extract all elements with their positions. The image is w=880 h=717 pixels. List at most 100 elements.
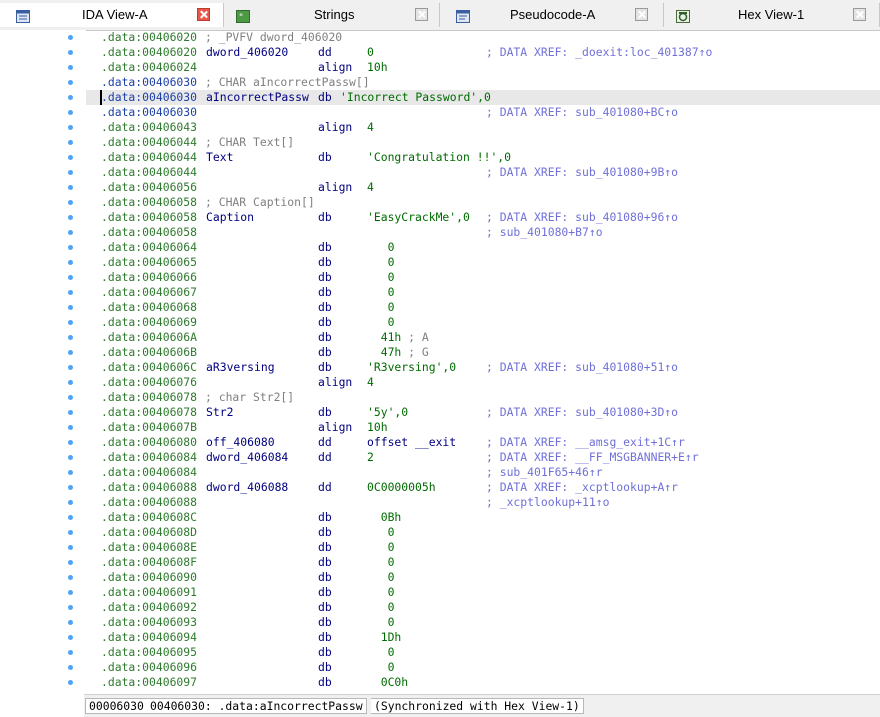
listing-row[interactable]: .data:00406078 Str2 db '5y',0 ; DATA XREF: s… xyxy=(86,405,880,420)
breakpoint-dot-icon[interactable] xyxy=(68,170,73,175)
close-icon[interactable] xyxy=(853,8,866,21)
breakpoint-dot-icon[interactable] xyxy=(68,215,73,220)
listing-row[interactable]: .data:00406067 db 0 xyxy=(86,285,880,300)
listing-row[interactable]: .data:00406024 align 10h xyxy=(86,60,880,75)
listing-row[interactable]: .data:00406092 db 0 xyxy=(86,600,880,615)
listing-row[interactable]: .data:00406043 align 4 xyxy=(86,120,880,135)
listing-row[interactable]: .data:00406095 db 0 xyxy=(86,645,880,660)
breakpoint-dot-icon[interactable] xyxy=(68,65,73,70)
breakpoint-dot-icon[interactable] xyxy=(68,260,73,265)
listing-row[interactable]: .data:0040608C db 0Bh xyxy=(86,510,880,525)
breakpoint-dot-icon[interactable] xyxy=(68,110,73,115)
listing-row[interactable]: .data:00406093 db 0 xyxy=(86,615,880,630)
breakpoint-dot-icon[interactable] xyxy=(68,35,73,40)
tab-pseudocode-a[interactable]: Pseudocode-A xyxy=(440,3,664,27)
breakpoint-gutter[interactable] xyxy=(0,30,86,700)
breakpoint-dot-icon[interactable] xyxy=(68,245,73,250)
listing-row[interactable]: .data:00406044 ; DATA XREF: sub_401080+9B… xyxy=(86,165,880,180)
listing-row[interactable]: .data:00406076 align 4 xyxy=(86,375,880,390)
listing-row[interactable]: .data:00406044 Text db 'Congratulation !!',… xyxy=(86,150,880,165)
listing-row[interactable]: .data:0040608D db 0 xyxy=(86,525,880,540)
listing-row[interactable]: .data:00406084 ; sub_401F65+46↑r xyxy=(86,465,880,480)
breakpoint-dot-icon[interactable] xyxy=(68,410,73,415)
breakpoint-dot-icon[interactable] xyxy=(68,500,73,505)
listing-row[interactable]: .data:00406044 ; CHAR Text[] xyxy=(86,135,880,150)
breakpoint-dot-icon[interactable] xyxy=(68,425,73,430)
breakpoint-dot-icon[interactable] xyxy=(68,50,73,55)
listing-row[interactable]: .data:00406065 db 0 xyxy=(86,255,880,270)
listing-row[interactable]: .data:00406030 ; DATA XREF: sub_401080+BC… xyxy=(86,105,880,120)
breakpoint-dot-icon[interactable] xyxy=(68,665,73,670)
breakpoint-dot-icon[interactable] xyxy=(68,95,73,100)
close-icon[interactable] xyxy=(635,8,648,21)
breakpoint-dot-icon[interactable] xyxy=(68,335,73,340)
breakpoint-dot-icon[interactable] xyxy=(68,185,73,190)
breakpoint-dot-icon[interactable] xyxy=(68,440,73,445)
listing-row[interactable]: .data:0040608F db 0 xyxy=(86,555,880,570)
breakpoint-dot-icon[interactable] xyxy=(68,365,73,370)
close-icon[interactable] xyxy=(197,8,210,21)
listing-row[interactable]: .data:00406091 db 0 xyxy=(86,585,880,600)
listing-row[interactable]: .data:0040606A db 41h ; A xyxy=(86,330,880,345)
listing-row[interactable]: .data:00406080 off_406080 dd offset __exit;… xyxy=(86,435,880,450)
breakpoint-dot-icon[interactable] xyxy=(68,125,73,130)
breakpoint-dot-icon[interactable] xyxy=(68,575,73,580)
listing-row[interactable]: .data:00406064 db 0 xyxy=(86,240,880,255)
listing-row[interactable]: .data:00406058 ; sub_401080+B7↑o xyxy=(86,225,880,240)
listing-row[interactable]: .data:0040606C aR3versing db 'R3versing',0;… xyxy=(86,360,880,375)
listing-row[interactable]: .data:00406078 ; char Str2[] xyxy=(86,390,880,405)
breakpoint-dot-icon[interactable] xyxy=(68,200,73,205)
breakpoint-dot-icon[interactable] xyxy=(68,395,73,400)
breakpoint-dot-icon[interactable] xyxy=(68,545,73,550)
breakpoint-dot-icon[interactable] xyxy=(68,140,73,145)
breakpoint-dot-icon[interactable] xyxy=(68,590,73,595)
breakpoint-dot-icon[interactable] xyxy=(68,305,73,310)
listing-row[interactable]: .data:0040608E db 0 xyxy=(86,540,880,555)
breakpoint-dot-icon[interactable] xyxy=(68,155,73,160)
listing-row[interactable]: .data:00406030 aIncorrectPassw db 'Incorrec… xyxy=(86,90,880,105)
listing-row[interactable]: .data:00406090 db 0 xyxy=(86,570,880,585)
tab-ida-view-a[interactable]: IDA View-A xyxy=(0,3,224,27)
symbol-name: ; CHAR aIncorrectPassw[] xyxy=(205,75,370,89)
listing-row[interactable]: .data:00406066 db 0 xyxy=(86,270,880,285)
listing-row[interactable]: .data:00406020 dword_406020 dd 0 ; DATA XREF… xyxy=(86,45,880,60)
listing-row[interactable]: .data:00406094 db 1Dh xyxy=(86,630,880,645)
breakpoint-dot-icon[interactable] xyxy=(68,455,73,460)
listing-row[interactable]: .data:00406088 dword_406088 dd 0C0000005h ; … xyxy=(86,480,880,495)
disassembly-listing[interactable]: .data:00406020; _PVFV dword_406020 .data:… xyxy=(86,30,880,689)
tab-hex-view-1[interactable]: Hex View-1 xyxy=(664,3,880,27)
breakpoint-dot-icon[interactable] xyxy=(68,80,73,85)
listing-row[interactable]: .data:00406084 dword_406084 dd 2 ; DATA XREF… xyxy=(86,450,880,465)
listing-row[interactable]: .data:00406058 Caption db 'EasyCrackMe',0 ; … xyxy=(86,210,880,225)
close-icon[interactable] xyxy=(415,8,428,21)
breakpoint-dot-icon[interactable] xyxy=(68,650,73,655)
breakpoint-dot-icon[interactable] xyxy=(68,560,73,565)
tab-strings[interactable]: " Strings xyxy=(224,3,440,27)
listing-row[interactable]: .data:00406097 db 0C0h xyxy=(86,675,880,689)
breakpoint-dot-icon[interactable] xyxy=(68,350,73,355)
breakpoint-dot-icon[interactable] xyxy=(68,620,73,625)
breakpoint-dot-icon[interactable] xyxy=(68,470,73,475)
breakpoint-dot-icon[interactable] xyxy=(68,680,73,685)
breakpoint-dot-icon[interactable] xyxy=(68,275,73,280)
listing-row[interactable]: .data:0040607B align 10h xyxy=(86,420,880,435)
breakpoint-dot-icon[interactable] xyxy=(68,530,73,535)
listing-row[interactable]: .data:00406069 db 0 xyxy=(86,315,880,330)
mnemonic: db xyxy=(318,540,332,554)
breakpoint-dot-icon[interactable] xyxy=(68,380,73,385)
listing-row[interactable]: .data:0040606B db 47h ; G xyxy=(86,345,880,360)
listing-row[interactable]: .data:00406056 align 4 xyxy=(86,180,880,195)
listing-row[interactable]: .data:00406058 ; CHAR Caption[] xyxy=(86,195,880,210)
listing-row[interactable]: .data:00406068 db 0 xyxy=(86,300,880,315)
listing-row[interactable]: .data:00406020 ; _PVFV dword_406020 xyxy=(86,30,880,45)
listing-row[interactable]: .data:00406096 db 0 xyxy=(86,660,880,675)
breakpoint-dot-icon[interactable] xyxy=(68,320,73,325)
breakpoint-dot-icon[interactable] xyxy=(68,230,73,235)
breakpoint-dot-icon[interactable] xyxy=(68,485,73,490)
breakpoint-dot-icon[interactable] xyxy=(68,515,73,520)
breakpoint-dot-icon[interactable] xyxy=(68,290,73,295)
breakpoint-dot-icon[interactable] xyxy=(68,605,73,610)
listing-row[interactable]: .data:00406030 ; CHAR aIncorrectPassw[] xyxy=(86,75,880,90)
listing-row[interactable]: .data:00406088 ; _xcptlookup+11↑o xyxy=(86,495,880,510)
breakpoint-dot-icon[interactable] xyxy=(68,635,73,640)
